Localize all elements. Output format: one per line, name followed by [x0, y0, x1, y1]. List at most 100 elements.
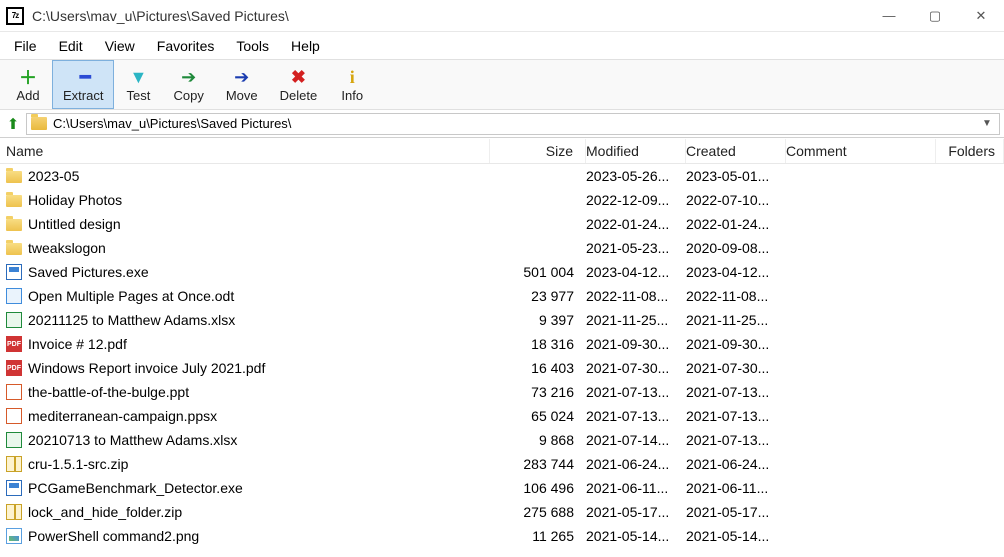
file-modified: 2021-05-14...	[586, 528, 686, 544]
file-name: Saved Pictures.exe	[28, 264, 149, 280]
info-button[interactable]: i Info	[328, 60, 376, 109]
toolbar: ＋ Add ━ Extract ▼ Test ➔ Copy ➔ Move ✖ D…	[0, 60, 1004, 110]
file-modified: 2022-11-08...	[586, 288, 686, 304]
folder-icon	[6, 195, 22, 207]
file-row[interactable]: Untitled design2022-01-24...2022-01-24..…	[0, 212, 1004, 236]
test-icon: ▼	[130, 66, 148, 88]
file-row[interactable]: Open Multiple Pages at Once.odt23 977202…	[0, 284, 1004, 308]
file-name: mediterranean-campaign.ppsx	[28, 408, 217, 424]
file-size: 23 977	[490, 288, 586, 304]
folder-icon	[6, 171, 22, 183]
file-modified: 2021-05-17...	[586, 504, 686, 520]
file-name: lock_and_hide_folder.zip	[28, 504, 182, 520]
file-modified: 2021-07-30...	[586, 360, 686, 376]
menu-bar: File Edit View Favorites Tools Help	[0, 32, 1004, 60]
file-row[interactable]: PDFInvoice # 12.pdf18 3162021-09-30...20…	[0, 332, 1004, 356]
archive-icon	[6, 456, 22, 472]
minimize-button[interactable]: —	[866, 1, 912, 31]
file-size: 18 316	[490, 336, 586, 352]
delete-button[interactable]: ✖ Delete	[269, 60, 329, 109]
file-row[interactable]: PowerShell command2.png11 2652021-05-14.…	[0, 524, 1004, 548]
arrow-right-icon: ➔	[234, 66, 249, 88]
folder-icon	[6, 243, 22, 255]
window-title: C:\Users\mav_u\Pictures\Saved Pictures\	[32, 8, 289, 24]
file-name: 2023-05	[28, 168, 79, 184]
presentation-icon	[6, 408, 22, 424]
file-created: 2022-11-08...	[686, 288, 786, 304]
file-name: tweakslogon	[28, 240, 106, 256]
file-size: 16 403	[490, 360, 586, 376]
address-dropdown[interactable]: ▼	[979, 118, 995, 129]
copy-label: Copy	[173, 88, 203, 103]
file-row[interactable]: 20211125 to Matthew Adams.xlsx9 3972021-…	[0, 308, 1004, 332]
file-row[interactable]: 2023-052023-05-26...2023-05-01...	[0, 164, 1004, 188]
col-size[interactable]: Size	[490, 139, 586, 163]
file-row[interactable]: mediterranean-campaign.ppsx65 0242021-07…	[0, 404, 1004, 428]
file-row[interactable]: the-battle-of-the-bulge.ppt73 2162021-07…	[0, 380, 1004, 404]
menu-favorites[interactable]: Favorites	[147, 36, 225, 56]
file-size: 283 744	[490, 456, 586, 472]
pdf-icon: PDF	[6, 360, 22, 376]
exe-icon	[6, 480, 22, 496]
file-created: 2021-06-11...	[686, 480, 786, 496]
menu-view[interactable]: View	[95, 36, 145, 56]
file-row[interactable]: 20210713 to Matthew Adams.xlsx9 8682021-…	[0, 428, 1004, 452]
file-created: 2021-05-14...	[686, 528, 786, 544]
menu-edit[interactable]: Edit	[49, 36, 93, 56]
column-headers: Name Size Modified Created Comment Folde…	[0, 138, 1004, 164]
file-row[interactable]: Saved Pictures.exe501 0042023-04-12...20…	[0, 260, 1004, 284]
file-size: 501 004	[490, 264, 586, 280]
file-created: 2023-05-01...	[686, 168, 786, 184]
menu-file[interactable]: File	[4, 36, 47, 56]
file-size: 275 688	[490, 504, 586, 520]
add-label: Add	[16, 88, 39, 103]
col-name[interactable]: Name	[6, 139, 490, 163]
file-modified: 2023-04-12...	[586, 264, 686, 280]
file-created: 2021-06-24...	[686, 456, 786, 472]
file-created: 2022-01-24...	[686, 216, 786, 232]
close-button[interactable]: ✕	[958, 1, 1004, 31]
file-size: 73 216	[490, 384, 586, 400]
file-modified: 2021-07-13...	[586, 408, 686, 424]
file-row[interactable]: tweakslogon2021-05-23...2020-09-08...	[0, 236, 1004, 260]
file-modified: 2021-09-30...	[586, 336, 686, 352]
spreadsheet-icon	[6, 432, 22, 448]
file-size: 106 496	[490, 480, 586, 496]
spreadsheet-icon	[6, 312, 22, 328]
file-row[interactable]: Holiday Photos2022-12-09...2022-07-10...	[0, 188, 1004, 212]
address-field[interactable]: ▼	[26, 113, 1000, 135]
col-comment[interactable]: Comment	[786, 139, 936, 163]
menu-help[interactable]: Help	[281, 36, 330, 56]
file-row[interactable]: PCGameBenchmark_Detector.exe106 4962021-…	[0, 476, 1004, 500]
col-folders[interactable]: Folders	[936, 139, 1004, 163]
extract-button[interactable]: ━ Extract	[52, 60, 114, 109]
file-created: 2021-07-13...	[686, 384, 786, 400]
arrow-right-icon: ➔	[181, 66, 196, 88]
add-button[interactable]: ＋ Add	[4, 60, 52, 109]
menu-tools[interactable]: Tools	[226, 36, 279, 56]
up-button[interactable]: ⬆	[4, 115, 22, 133]
delete-label: Delete	[280, 88, 318, 103]
address-bar: ⬆ ▼	[0, 110, 1004, 138]
maximize-button[interactable]: ▢	[912, 1, 958, 31]
col-created[interactable]: Created	[686, 139, 786, 163]
file-modified: 2021-05-23...	[586, 240, 686, 256]
exe-icon	[6, 264, 22, 280]
file-modified: 2022-01-24...	[586, 216, 686, 232]
file-name: 20210713 to Matthew Adams.xlsx	[28, 432, 237, 448]
file-row[interactable]: PDF Windows Report invoice July 2021.pdf 1…	[0, 356, 1004, 380]
test-button[interactable]: ▼ Test	[114, 60, 162, 109]
file-name: PowerShell command2.png	[28, 528, 199, 544]
file-modified: 2021-07-13...	[586, 384, 686, 400]
col-modified[interactable]: Modified	[586, 139, 686, 163]
file-row[interactable]: lock_and_hide_folder.zip 275 6882021-05-1…	[0, 500, 1004, 524]
file-created: 2021-09-30...	[686, 336, 786, 352]
file-row[interactable]: cru-1.5.1-src.zip283 7442021-06-24...202…	[0, 452, 1004, 476]
copy-button[interactable]: ➔ Copy	[162, 60, 214, 109]
file-created: 2021-07-13...	[686, 408, 786, 424]
address-input[interactable]	[53, 116, 973, 131]
file-modified: 2021-06-11...	[586, 480, 686, 496]
file-size: 9 868	[490, 432, 586, 448]
move-button[interactable]: ➔ Move	[215, 60, 269, 109]
file-name: Windows Report invoice July 2021.pdf	[28, 360, 265, 376]
